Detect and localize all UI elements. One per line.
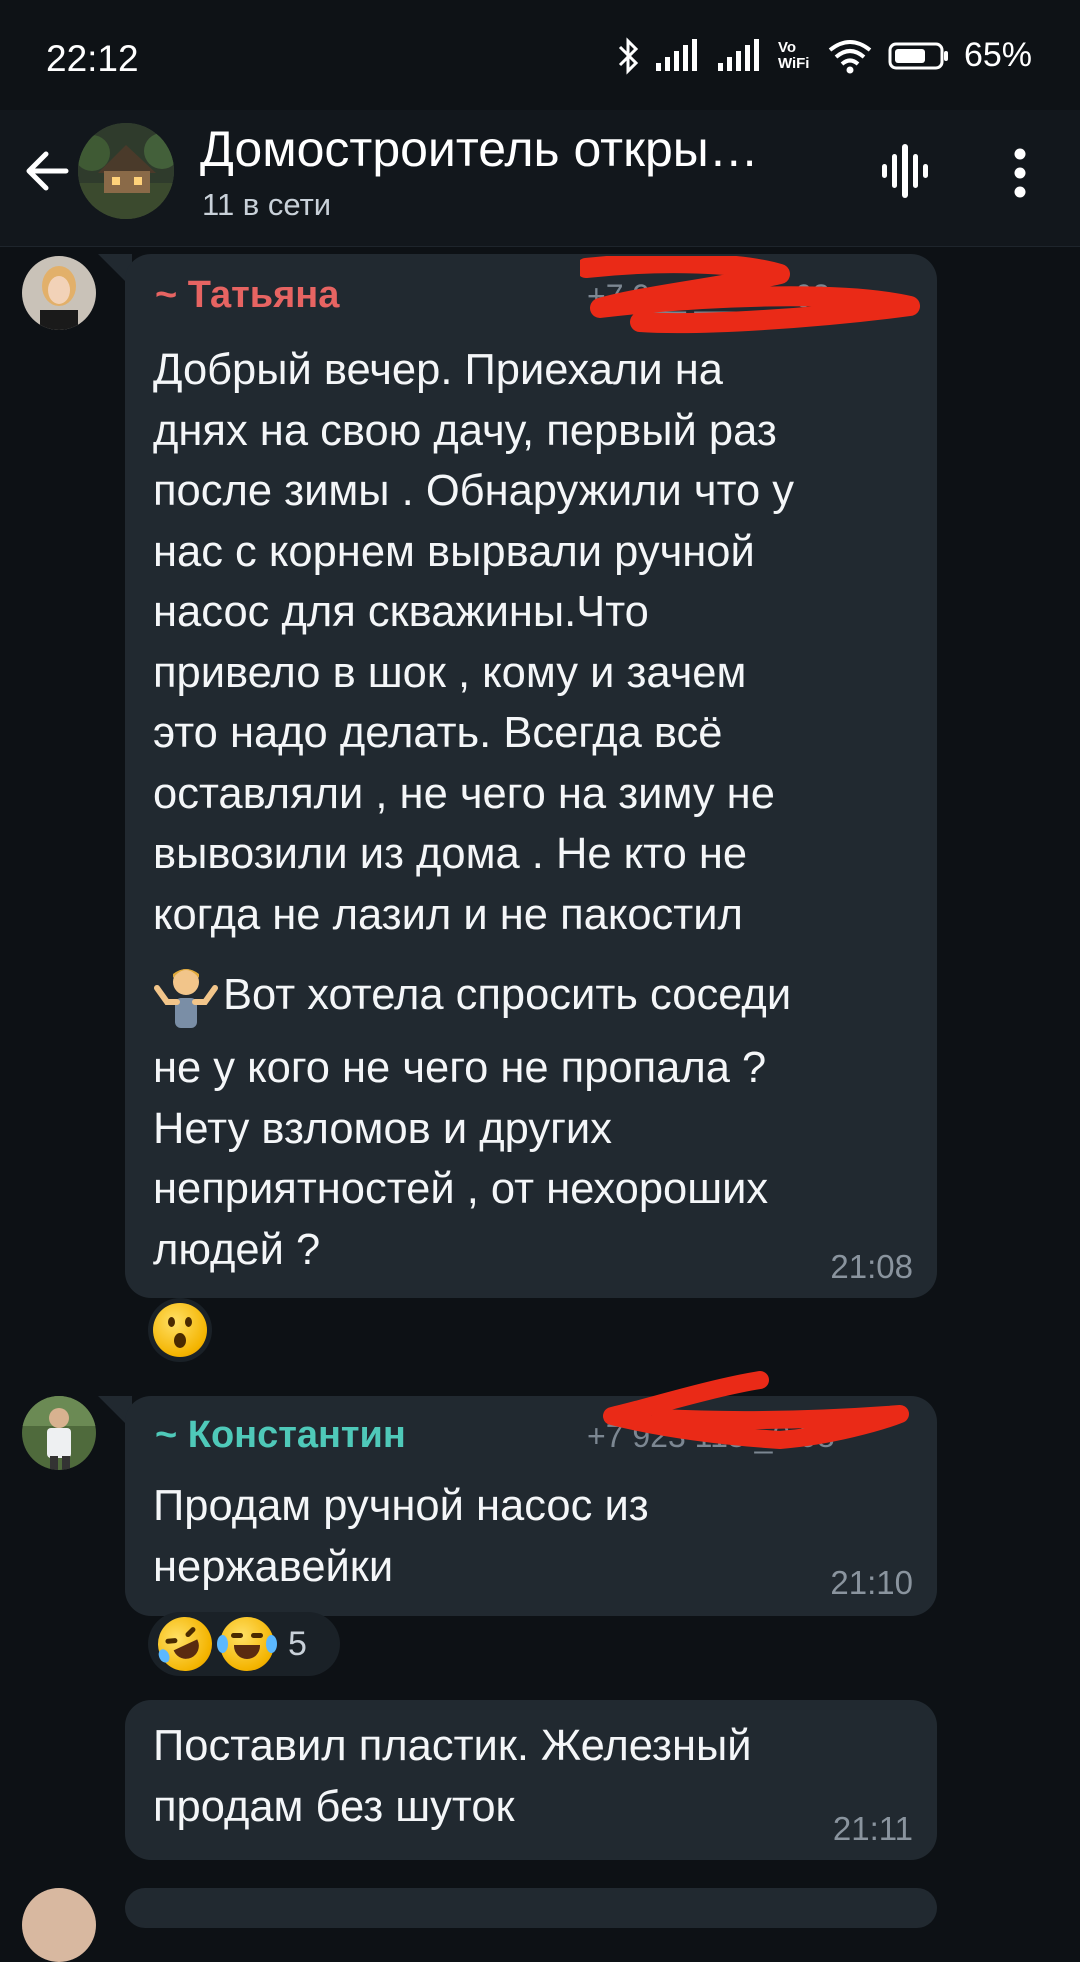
- avatar-konstantin[interactable]: [22, 1396, 96, 1470]
- signal-icon: [717, 38, 759, 71]
- reaction-chip[interactable]: [148, 1298, 212, 1362]
- message-bubble[interactable]: ~ Константин +7 923 115 _0 08 Продам руч…: [125, 1396, 937, 1616]
- status-icons: Vo WiFi 65%: [616, 36, 1032, 75]
- battery-icon: [888, 42, 948, 69]
- message-text: Вот хотела спросить соседи: [223, 970, 792, 1019]
- message-text: Добрый вечер. Приехали на днях на свою д…: [153, 346, 795, 939]
- more-options-button[interactable]: [1000, 140, 1040, 206]
- group-avatar[interactable]: [78, 123, 174, 219]
- sender-phone: +7 9__ ___-__62: [587, 278, 830, 314]
- online-count: 11 в сети: [202, 187, 332, 222]
- avatar-photo: [22, 256, 96, 330]
- message-text: не у кого не чего не пропала ? Нету взло…: [153, 1044, 769, 1274]
- sender-name[interactable]: ~ Татьяна: [155, 274, 339, 317]
- avatar-photo: [22, 1396, 96, 1470]
- sender-phone: +7 923 115 _0 08: [587, 1418, 835, 1454]
- vowifi-icon: Vo WiFi: [777, 38, 810, 72]
- person-shrugging-emoji-icon: [154, 969, 218, 1028]
- avatar-photo: [22, 1888, 96, 1962]
- status-time: 22:12: [46, 38, 139, 79]
- voice-chat-button[interactable]: [872, 138, 938, 204]
- message-time: 21:11: [832, 1810, 913, 1847]
- message-bubble[interactable]: ~ Татьяна +7 9__ ___-__62 Добрый вечер. …: [125, 254, 937, 1298]
- bluetooth-icon: [618, 36, 639, 75]
- rolling-laughing-face-icon: [149, 1608, 221, 1680]
- voice-chat-icon: [882, 144, 928, 198]
- message-text-line: Вот хотела спросить соседи: [153, 962, 791, 1028]
- tears-of-joy-face-icon: [217, 1617, 277, 1671]
- signal-icon: [655, 38, 697, 71]
- avatar-tatiana[interactable]: [22, 256, 96, 330]
- message-bubble[interactable]: Поставил пластик. Железный продам без шу…: [125, 1700, 937, 1860]
- wifi-icon: [828, 39, 872, 73]
- more-vertical-icon: [1014, 148, 1026, 198]
- message-text: Поставил пластик. Железный продам без шу…: [153, 1722, 752, 1831]
- house-photo: [78, 123, 174, 219]
- message-time: 21:08: [830, 1248, 913, 1285]
- battery-percent: 65%: [963, 36, 1032, 74]
- chat-title[interactable]: Домостроитель откры…: [200, 120, 840, 178]
- chat-header: Домостроитель откры… 11 в сети: [0, 110, 1080, 247]
- sender-name[interactable]: ~ Константин: [155, 1414, 406, 1457]
- arrow-left-icon: [26, 151, 69, 191]
- message-time: 21:10: [830, 1564, 913, 1601]
- message-bubble[interactable]: [125, 1888, 937, 1928]
- surprised-face-icon: [153, 1303, 207, 1357]
- reaction-count: 5: [288, 1624, 307, 1663]
- status-bar: 22:12 Vo WiFi 65%: [0, 0, 1080, 110]
- back-button[interactable]: [16, 140, 78, 202]
- avatar[interactable]: [22, 1888, 96, 1962]
- reaction-chip[interactable]: 5: [148, 1608, 340, 1680]
- message-text: Продам ручной насос из нержавейки: [153, 1482, 649, 1591]
